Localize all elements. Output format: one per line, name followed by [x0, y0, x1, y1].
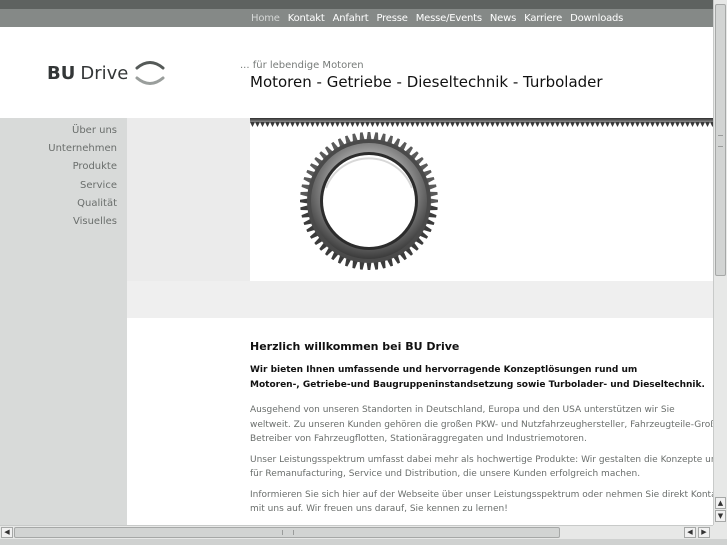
- text-line: mit uns auf. Wir freuen uns darauf, Sie …: [250, 504, 508, 514]
- lead-line: Wir bieten Ihnen umfassende und hervorra…: [250, 365, 638, 375]
- lead-paragraph: Wir bieten Ihnen umfassende und hervorra…: [250, 363, 713, 392]
- text-line: für Remanufacturing, Service und Distrib…: [250, 469, 641, 479]
- nav-karriere[interactable]: Karriere: [524, 13, 562, 24]
- body-paragraph-locations: Ausgehend von unseren Standorten in Deut…: [250, 403, 713, 447]
- bu-drive-logo[interactable]: BU Drive: [47, 58, 166, 88]
- text-line: Unser Leistungsspektrum umfasst dabei me…: [250, 454, 713, 465]
- sidebar-item-ueber-uns[interactable]: Über uns: [48, 124, 117, 142]
- main-content: Herzlich willkommen bei BU Drive Wir bie…: [250, 340, 713, 523]
- scroll-left-arrow-icon[interactable]: ◀: [684, 527, 696, 538]
- nav-downloads[interactable]: Downloads: [570, 13, 623, 24]
- nav-news[interactable]: News: [490, 13, 516, 24]
- hero-left-panel: [127, 118, 250, 281]
- sidebar-item-produkte[interactable]: Produkte: [48, 160, 117, 178]
- vertical-scrollbar[interactable]: ▲ ▼: [713, 0, 727, 525]
- window-bottom-edge: [0, 539, 727, 545]
- tagline: ... für lebendige Motoren: [240, 60, 364, 71]
- sidebar-item-visuelles[interactable]: Visuelles: [48, 215, 117, 233]
- lead-line: Motoren-, Getriebe-und Baugruppeninstand…: [250, 379, 705, 390]
- grip-icon: [718, 135, 723, 147]
- logo-swoosh-icon: [135, 61, 165, 85]
- top-navigation: Home Kontakt Anfahrt Presse Messe/Events…: [0, 9, 713, 27]
- site-header: BU Drive ... für lebendige Motoren Motor…: [0, 27, 713, 118]
- logo-bu-text: BU: [47, 62, 76, 84]
- header-headline: Motoren - Getriebe - Dieseltechnik - Tur…: [250, 73, 603, 91]
- vertical-scroll-thumb[interactable]: [715, 4, 726, 276]
- body-paragraph-contact: Informieren Sie sich hier auf der Websei…: [250, 488, 713, 517]
- scroll-left-arrow-icon[interactable]: ◀: [1, 527, 13, 538]
- text-line: Ausgehend von unseren Standorten in Deut…: [250, 405, 675, 415]
- logo-drive-text: Drive: [80, 62, 129, 84]
- content-divider-band: [127, 281, 713, 318]
- scrollbar-corner: [713, 525, 727, 539]
- text-line: weltweit. Zu unseren Kunden gehören die …: [250, 419, 713, 430]
- text-line: Informieren Sie sich hier auf der Websei…: [250, 489, 713, 500]
- scroll-up-arrow-icon[interactable]: ▲: [715, 497, 726, 509]
- nav-kontakt[interactable]: Kontakt: [288, 13, 325, 24]
- sidebar-item-service[interactable]: Service: [48, 179, 117, 197]
- sidebar-item-qualitaet[interactable]: Qualität: [48, 197, 117, 215]
- nav-messe-events[interactable]: Messe/Events: [416, 13, 482, 24]
- horizontal-scrollbar[interactable]: ◀ ◀ ▶: [0, 525, 713, 539]
- grip-icon: [282, 530, 294, 535]
- nav-presse[interactable]: Presse: [376, 13, 407, 24]
- horizontal-scroll-thumb[interactable]: [14, 527, 560, 538]
- welcome-heading: Herzlich willkommen bei BU Drive: [250, 340, 460, 353]
- sidebar: Über uns Unternehmen Produkte Service Qu…: [0, 118, 127, 525]
- page-viewport: Home Kontakt Anfahrt Presse Messe/Events…: [0, 0, 713, 525]
- text-line: Betreiber von Fahrzeugflotten, Stationär…: [250, 434, 587, 444]
- body-paragraph-services: Unser Leistungsspektrum umfasst dabei me…: [250, 453, 713, 482]
- hero-gear-image: [250, 118, 713, 281]
- nav-home[interactable]: Home: [251, 13, 280, 24]
- scroll-right-arrow-icon[interactable]: ▶: [698, 527, 710, 538]
- scroll-down-arrow-icon[interactable]: ▼: [715, 510, 726, 522]
- sidebar-item-unternehmen[interactable]: Unternehmen: [48, 142, 117, 160]
- gear-image-icon: [250, 118, 713, 270]
- top-strip: [0, 0, 713, 9]
- nav-anfahrt[interactable]: Anfahrt: [333, 13, 369, 24]
